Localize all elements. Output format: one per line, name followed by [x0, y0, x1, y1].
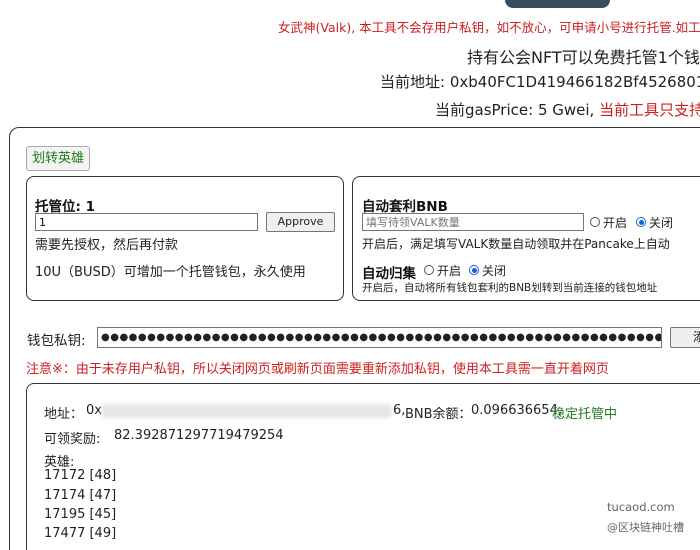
hero-item: 17172 [48]	[44, 468, 117, 483]
valk-amount-input[interactable]	[362, 213, 584, 231]
wallet-address-prefix: 0x	[86, 403, 102, 418]
wallet-address-tail: 6,	[393, 403, 406, 418]
watermark-site: tucaod.com	[607, 500, 675, 514]
reward-value: 82.392871297719479254	[114, 428, 284, 443]
price-note: 10U（BUSD）可增加一个托管钱包，永久使用	[35, 265, 306, 280]
gas-price-line: 当前gasPrice: 5 Gwei, 当前工具只支持BS	[435, 99, 700, 120]
bnb-balance-label: BNB余额：	[405, 407, 472, 422]
reward-label: 可领奖励:	[44, 432, 101, 447]
authorize-note: 需要先授权，然后再付款	[35, 238, 179, 253]
auto-arbitrage-title: 自动套利BNB	[362, 199, 448, 215]
arbitrage-on-label: 开启	[603, 216, 628, 230]
private-key-input[interactable]: ●●●●●●●●●●●●●●●●●●●●●●●●●●●●●●●●●●●●●●●●…	[97, 327, 662, 348]
collect-on-label: 开启	[437, 264, 462, 278]
hosting-status-badge: 稳定托管中	[552, 407, 618, 422]
tool-warning: 女武神(Valk), 本工具不会存用户私钥，如不放心，可申请小号进行托管.如工	[278, 20, 700, 35]
wallet-address-label: 地址：	[44, 407, 84, 422]
auto-collect-desc: 开启后，自动将所有钱包套利的BNB划转到当前连接的钱包地址	[362, 282, 658, 294]
address-label: 当前地址:	[380, 73, 446, 91]
gas-price-label: 当前gasPrice: 5 Gwei,	[435, 101, 595, 119]
arbitrage-off-label: 关闭	[649, 216, 674, 230]
private-key-label: 钱包私钥:	[27, 333, 86, 349]
wallet-address-redacted	[102, 404, 392, 418]
collect-off-radio[interactable]	[469, 265, 479, 275]
logo-fragment	[505, 0, 610, 8]
auto-arbitrage-desc: 开启后，满足填写VALK数量自动领取并在Pancake上自动	[362, 237, 670, 251]
hero-item: 17477 [49]	[44, 526, 117, 541]
private-key-notice: 注意※：由于未存用户私钥，所以关闭网页或刷新页面需要重新添加私钥，使用本工具需一…	[26, 362, 609, 377]
chain-support-warning: 当前工具只支持BS	[599, 101, 700, 119]
watermark-handle: @区块链神吐槽	[607, 521, 684, 534]
nft-hosting-info: 持有公会NFT可以免费托管1个钱包	[467, 48, 700, 67]
hosting-slot-input[interactable]	[35, 213, 258, 231]
hero-item: 17195 [45]	[44, 507, 117, 522]
auto-collect-title: 自动归集	[362, 266, 416, 282]
add-key-button[interactable]: 添	[670, 327, 700, 348]
current-address: 当前地址: 0xb40FC1D419466182Bf4526801eb	[380, 71, 700, 92]
collect-off-label: 关闭	[482, 264, 507, 278]
arbitrage-off-radio[interactable]	[636, 217, 646, 227]
bnb-balance-value: 0.096636654,	[471, 403, 562, 418]
approve-button[interactable]: Approve	[266, 212, 335, 232]
hosting-slot-title: 托管位: 1	[35, 199, 95, 215]
collect-on-radio[interactable]	[424, 265, 434, 275]
transfer-hero-button[interactable]: 划转英雄	[26, 146, 91, 171]
arbitrage-on-radio[interactable]	[590, 217, 600, 227]
hero-item: 17174 [47]	[44, 488, 117, 503]
address-value: 0xb40FC1D419466182Bf4526801eb	[449, 73, 700, 91]
